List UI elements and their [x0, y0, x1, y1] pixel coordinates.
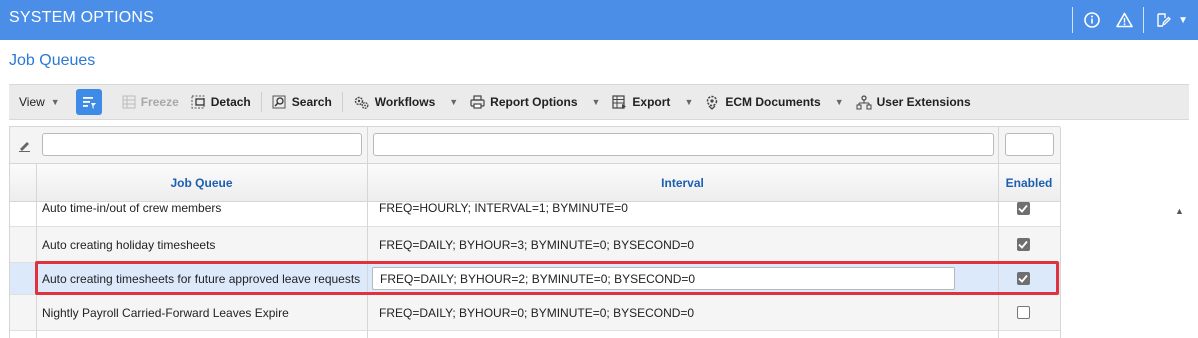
job-queue-cell: Nightly Payroll Carried-Forward Leaves E…	[42, 305, 289, 320]
table-row[interactable]: Nightly Payroll Carried-Forward Leaves E…	[10, 295, 1060, 331]
view-label: View	[19, 95, 45, 109]
toolbar-divider	[341, 92, 343, 112]
scroll-up-icon[interactable]: ▲	[1175, 206, 1184, 216]
checkmark-icon	[1018, 274, 1028, 283]
search-icon	[272, 95, 286, 109]
view-menu-button[interactable]: View ▼	[9, 88, 66, 116]
window-title: SYSTEM OPTIONS	[9, 9, 155, 26]
ecm-gear-icon	[707, 95, 718, 110]
enabled-checkbox[interactable]	[1016, 201, 1030, 215]
divider	[1143, 7, 1145, 33]
toolbar: View ▼ Freeze Detach Search Workflows ▼ …	[9, 84, 1189, 120]
gears-icon	[354, 96, 369, 109]
column-divider	[36, 164, 37, 338]
filter-toggle-button[interactable]	[75, 89, 102, 115]
export-label: Export	[632, 95, 671, 109]
divider	[1072, 7, 1074, 33]
job-queue-cell: Auto creating holiday timesheets	[42, 237, 216, 252]
job-queues-grid: Job Queue Interval Enabled Auto time-in/…	[9, 126, 1061, 338]
search-button[interactable]: Search	[266, 88, 338, 116]
search-label: Search	[291, 95, 332, 109]
enabled-filter-input[interactable]	[1005, 133, 1054, 156]
title-bar-actions: ▼	[1064, 0, 1198, 40]
toolbar-divider	[260, 92, 262, 112]
workflows-button[interactable]: Workflows ▼	[347, 88, 464, 116]
report-options-button[interactable]: Report Options ▼	[464, 88, 606, 116]
freeze-icon	[122, 95, 136, 109]
filter-list-icon	[82, 97, 96, 109]
detach-button[interactable]: Detach	[185, 88, 257, 116]
interval-cell: FREQ=DAILY; BYHOUR=3; BYMINUTE=0; BYSECO…	[379, 237, 695, 252]
interval-filter-input[interactable]	[373, 133, 994, 156]
ecm-documents-label: ECM Documents	[725, 95, 821, 109]
section-title: Job Queues	[9, 52, 96, 69]
export-icon	[612, 95, 627, 109]
interval-edit-input[interactable]	[372, 267, 955, 290]
chevron-down-icon[interactable]: ▼	[1178, 15, 1188, 26]
pencil-icon[interactable]	[18, 140, 31, 152]
freeze-label: Freeze	[140, 95, 179, 109]
info-icon[interactable]	[1081, 9, 1103, 31]
job-queue-cell: Auto creating timesheets for future appr…	[42, 271, 361, 286]
export-button[interactable]: Export ▼	[606, 88, 699, 116]
chevron-down-icon: ▼	[684, 97, 694, 107]
ecm-documents-button[interactable]: ECM Documents ▼	[699, 88, 849, 116]
chevron-down-icon: ▼	[50, 97, 60, 107]
user-extensions-label: User Extensions	[876, 95, 971, 109]
checkmark-icon	[1018, 204, 1028, 213]
filter-row	[10, 127, 1060, 164]
chevron-down-icon: ▼	[449, 97, 459, 107]
column-divider	[367, 127, 368, 338]
workflows-label: Workflows	[374, 95, 436, 109]
printer-icon	[470, 95, 485, 109]
interval-cell: FREQ=DAILY; BYHOUR=0; BYMINUTE=0; BYSECO…	[379, 305, 695, 320]
warning-icon[interactable]	[1113, 9, 1135, 31]
column-divider	[1060, 127, 1061, 338]
enabled-checkbox[interactable]	[1016, 272, 1030, 285]
title-bar: SYSTEM OPTIONS ▼	[0, 0, 1198, 40]
checkmark-icon	[1018, 240, 1028, 249]
report-options-label: Report Options	[490, 95, 578, 109]
chevron-down-icon: ▼	[834, 97, 844, 107]
column-divider	[998, 127, 999, 338]
job-queue-filter-input[interactable]	[42, 133, 362, 156]
edit-note-icon[interactable]	[1152, 9, 1174, 31]
interval-cell: FREQ=HOURLY; INTERVAL=1; BYMINUTE=0	[379, 201, 628, 215]
enabled-checkbox[interactable]	[1016, 306, 1030, 319]
detach-icon	[191, 95, 205, 109]
chevron-down-icon: ▼	[591, 97, 601, 107]
freeze-button[interactable]: Freeze	[116, 88, 185, 116]
table-row[interactable]: Auto creating holiday timesheets FREQ=DA…	[10, 227, 1060, 263]
user-extensions-button[interactable]: User Extensions	[850, 88, 977, 116]
job-queue-cell: Auto time-in/out of crew members	[42, 201, 222, 215]
table-row[interactable]: Auto time-in/out of crew members FREQ=HO…	[10, 201, 1060, 227]
table-row-selected[interactable]: Auto creating timesheets for future appr…	[10, 263, 1060, 295]
enabled-checkbox[interactable]	[1016, 238, 1030, 251]
detach-label: Detach	[210, 95, 251, 109]
hierarchy-icon	[856, 94, 872, 109]
